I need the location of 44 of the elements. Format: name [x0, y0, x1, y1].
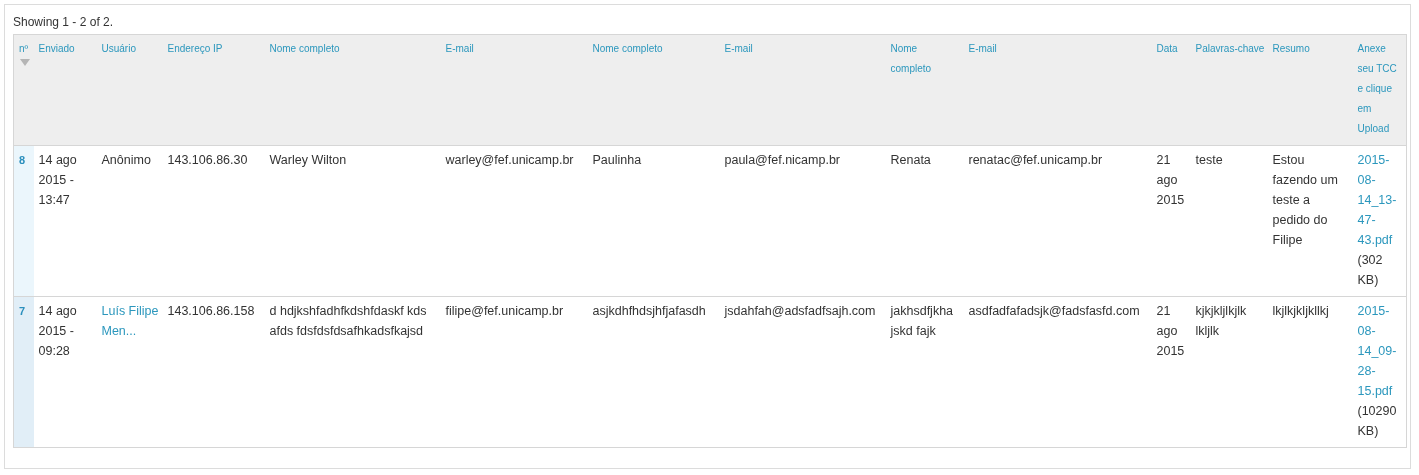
- table-cell: paula@fef.nicamp.br: [724, 153, 841, 167]
- column-header-link[interactable]: Usuário: [101, 39, 160, 59]
- column-header-link[interactable]: Nome completo: [269, 39, 438, 59]
- attachment-link[interactable]: 2015-08-14_09-28-15.pdf: [1357, 301, 1403, 401]
- table-cell: Estou fazendo um teste a pedido do Filipe: [1272, 153, 1338, 247]
- table-cell: Anônimo: [101, 153, 151, 167]
- column-header-link[interactable]: Enviado: [38, 39, 94, 59]
- file-size: (10290 KB): [1357, 403, 1398, 440]
- table-cell: kjkjkljlkjlk lkljlk: [1195, 304, 1247, 338]
- column-header-link[interactable]: Data: [1156, 39, 1188, 59]
- table-cell: 21 ago 2015: [1156, 153, 1185, 207]
- table-cell: d hdjkshfadhfkdshfdaskf kds afds fdsfdsfdsafhkadsfkajsd: [269, 304, 427, 338]
- table-cell: asjkdhfhdsjhfjafasdh: [592, 304, 706, 318]
- table-cell: 14 ago 2015 - 09:28: [38, 304, 77, 358]
- table-cell: asdfadfafadsjk@fadsfasfd.com: [968, 304, 1140, 318]
- table-cell: filipe@fef.unicamp.br: [445, 304, 564, 318]
- column-header-link[interactable]: Endereço IP: [167, 39, 262, 59]
- column-header-link[interactable]: Resumo: [1272, 39, 1350, 59]
- table-cell: teste: [1195, 153, 1223, 167]
- table-cell: lkjlkjkljkllkj: [1272, 304, 1329, 318]
- table-cell: 21 ago 2015: [1156, 304, 1185, 358]
- attachment-link[interactable]: 2015-08-14_13-47-43.pdf: [1357, 150, 1403, 250]
- column-header-link[interactable]: Nome completo: [592, 39, 717, 59]
- table-cell: 143.106.86.30: [167, 153, 248, 167]
- user-link[interactable]: Luís Filipe Men...: [101, 301, 160, 341]
- table-cell: jakhsdfjkha jskd fajk: [890, 304, 954, 338]
- file-size: (302 KB): [1357, 252, 1384, 289]
- column-header-link[interactable]: Palavras-chave: [1195, 39, 1265, 59]
- table-cell: Paulinha: [592, 153, 642, 167]
- column-header-link[interactable]: E-mail: [968, 39, 1149, 59]
- table-cell: jsdahfah@adsfadfsajh.com: [724, 304, 876, 318]
- column-header-link[interactable]: E-mail: [445, 39, 585, 59]
- table-cell: Warley Wilton: [269, 153, 347, 167]
- results-summary: Showing 1 - 2 of 2.: [13, 15, 115, 29]
- table-cell: Renata: [890, 153, 931, 167]
- sort-caret-icon[interactable]: [20, 59, 30, 66]
- table-cell: warley@fef.unicamp.br: [445, 153, 574, 167]
- table-cell: 143.106.86.158: [167, 304, 255, 318]
- row-number: 8: [19, 154, 26, 166]
- row-number: 7: [19, 305, 26, 317]
- column-header-link[interactable]: E-mail: [724, 39, 883, 59]
- column-header-link[interactable]: nº: [19, 39, 31, 59]
- table-cell: renatac@fef.unicamp.br: [968, 153, 1103, 167]
- table-cell: 14 ago 2015 - 13:47: [38, 153, 77, 207]
